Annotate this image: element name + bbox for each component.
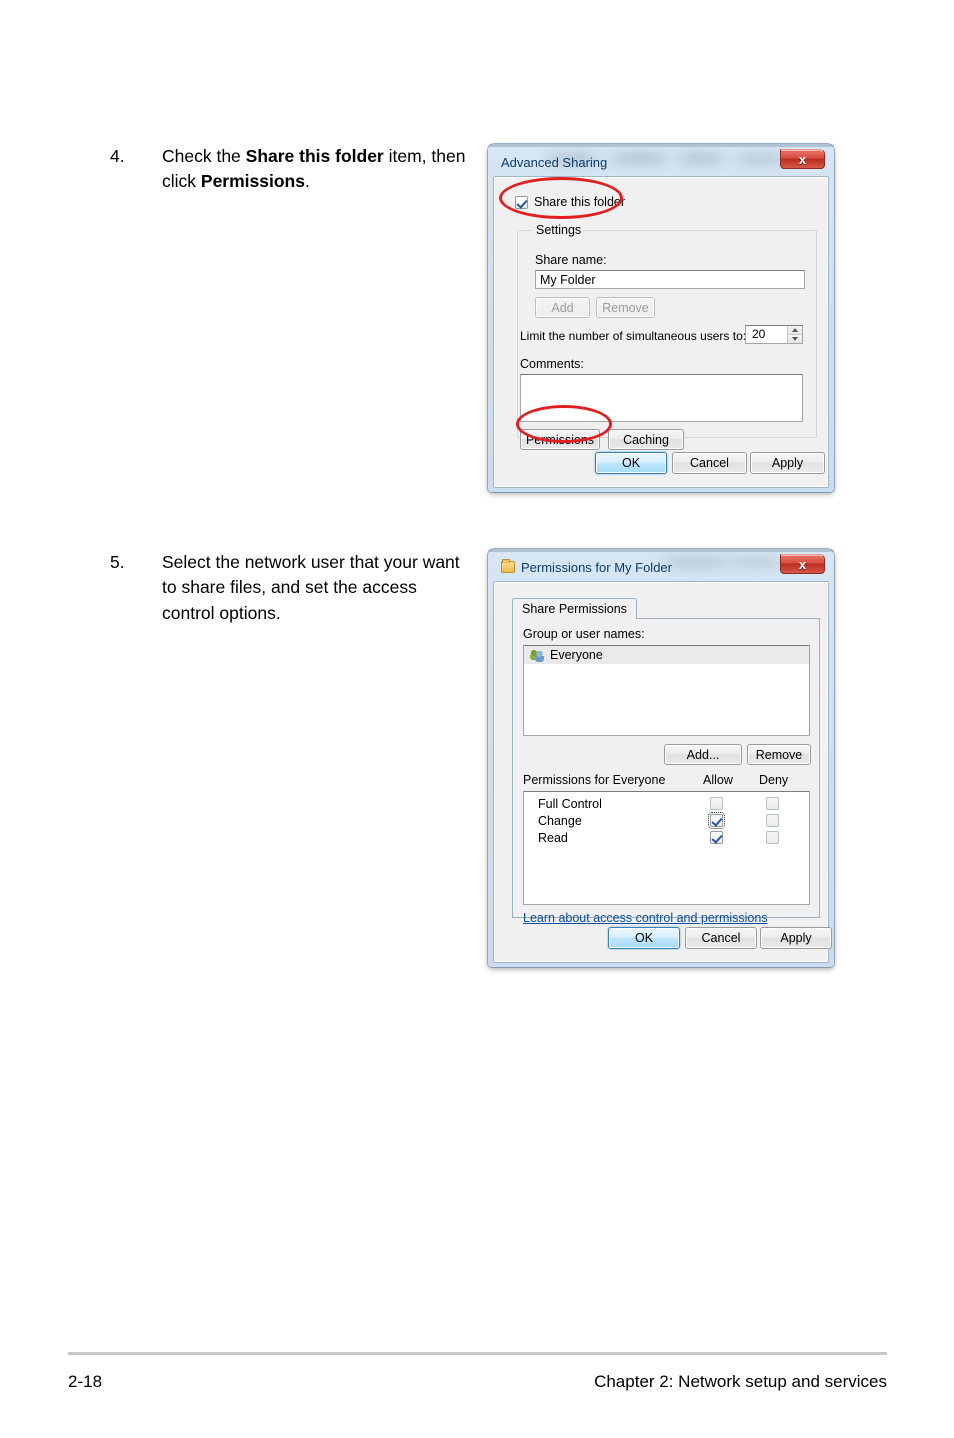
permissions-for-label: Permissions for Everyone (523, 773, 666, 787)
step-5-number: 5. (110, 552, 125, 572)
caching-button[interactable]: Caching (608, 429, 684, 450)
share-name-label: Share name: (535, 253, 607, 267)
step-5-text: Select the network user that your want t… (162, 552, 460, 623)
table-row[interactable]: Full Control (524, 796, 809, 813)
advanced-sharing-dialog: Advanced Sharing x Share this folder Set… (488, 144, 834, 492)
ok-button[interactable]: OK (608, 927, 680, 949)
share-permissions-panel: Group or user names: Everyone Add... Rem… (512, 618, 820, 925)
deny-checkbox[interactable] (766, 831, 779, 844)
remove-button[interactable]: Remove (747, 744, 811, 765)
users-group-icon (530, 649, 545, 662)
limit-users-stepper[interactable]: 20 (745, 325, 803, 344)
stepper-arrows[interactable] (787, 326, 802, 343)
stepper-up-icon[interactable] (788, 326, 802, 335)
step-4-line2-post: . (304, 171, 310, 192)
limit-users-value[interactable]: 20 (746, 326, 787, 343)
permissions-table: Full Control Change Read (523, 791, 810, 905)
deny-checkbox[interactable] (766, 797, 779, 810)
step-4: 4. Check the Share this folder item, the… (110, 144, 467, 195)
comments-input[interactable] (520, 374, 803, 422)
folder-icon (501, 559, 515, 573)
permissions-button[interactable]: Permissions (520, 429, 600, 450)
allow-column-header: Allow (703, 773, 733, 787)
tab-share-permissions[interactable]: Share Permissions (512, 598, 637, 619)
footer-chapter-title: Chapter 2: Network setup and services (594, 1372, 887, 1391)
document-page: 4. Check the Share this folder item, the… (0, 0, 954, 1438)
permission-label: Change (538, 814, 582, 828)
allow-checkbox[interactable] (710, 797, 723, 810)
footer-divider (68, 1352, 887, 1355)
allow-checkbox[interactable] (710, 831, 723, 844)
step-4-line1-post: item, (383, 146, 427, 166)
cancel-button[interactable]: Cancel (672, 452, 747, 474)
settings-groupbox-label: Settings (536, 223, 582, 237)
share-this-folder-checkbox[interactable]: Share this folder (515, 195, 625, 209)
step-4-text: Check the Share this folder item, then c… (162, 144, 467, 195)
deny-checkbox[interactable] (766, 814, 779, 827)
close-icon[interactable]: x (780, 149, 825, 169)
permissions-titlebar[interactable]: Permissions for My Folder x (493, 553, 829, 581)
apply-button[interactable]: Apply (760, 927, 832, 949)
footer-page-number: 2-18 (68, 1372, 103, 1391)
allow-checkbox[interactable] (708, 812, 725, 829)
deny-column-header: Deny (759, 773, 789, 787)
step-4-line1-pre: Check the (162, 146, 246, 166)
step-5: 5. Select the network user that your wan… (110, 550, 467, 626)
share-name-input[interactable]: My Folder (535, 270, 805, 289)
list-item-label: Everyone (550, 648, 603, 662)
advanced-sharing-title: Advanced Sharing (501, 154, 608, 170)
advanced-sharing-titlebar[interactable]: Advanced Sharing x (493, 148, 829, 176)
step-4-line2-bold: Permissions (200, 171, 305, 192)
advanced-sharing-body: Share this folder Settings Share name: M… (493, 176, 829, 488)
comments-label: Comments: (520, 357, 584, 371)
permission-label: Full Control (538, 797, 602, 811)
checkbox-icon[interactable] (515, 195, 528, 209)
permission-label: Read (538, 831, 568, 845)
group-or-user-names-list[interactable]: Everyone (523, 645, 810, 736)
limit-users-label: Limit the number of simultaneous users t… (520, 329, 747, 343)
permissions-dialog: Permissions for My Folder x Share Permis… (488, 549, 834, 967)
table-row[interactable]: Read (524, 830, 809, 847)
tabstrip: Share Permissions (512, 598, 812, 619)
add-button[interactable]: Add... (664, 744, 742, 765)
step-4-line1-bold: Share this folder (245, 146, 384, 166)
permissions-body: Share Permissions Group or user names: E… (493, 581, 832, 963)
apply-button[interactable]: Apply (750, 452, 825, 474)
close-icon[interactable]: x (780, 554, 825, 574)
share-this-folder-label: Share this folder (534, 195, 626, 209)
remove-button[interactable]: Remove (596, 297, 655, 318)
learn-about-access-control-link[interactable]: Learn about access control and permissio… (523, 911, 768, 925)
permissions-title: Permissions for My Folder (521, 559, 672, 575)
list-item[interactable]: Everyone (524, 646, 809, 664)
stepper-down-icon[interactable] (788, 335, 802, 343)
step-4-number: 4. (110, 146, 125, 166)
ok-button[interactable]: OK (595, 452, 667, 474)
add-button[interactable]: Add (535, 297, 590, 318)
cancel-button[interactable]: Cancel (685, 927, 757, 949)
group-or-user-names-label: Group or user names: (523, 627, 645, 641)
settings-groupbox: Settings Share name: My Folder Add Remov… (517, 223, 817, 450)
table-row[interactable]: Change (524, 812, 809, 830)
